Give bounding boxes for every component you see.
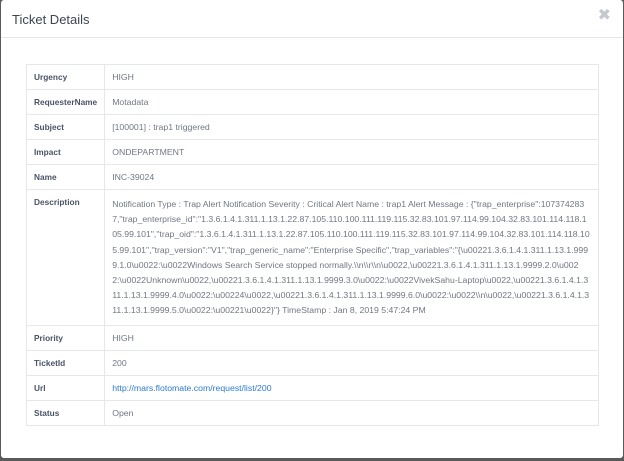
ticket-details-dialog: Ticket Details ✖ Urgency HIGH RequesterN… <box>1 0 623 458</box>
detail-row-impact: Impact ONDEPARTMENT <box>25 139 599 165</box>
detail-value: 200 <box>104 349 599 376</box>
dialog-header: Ticket Details ✖ <box>1 0 623 38</box>
detail-row-url: Url http://mars.flotomate.com/request/li… <box>25 374 599 401</box>
detail-value: http://mars.flotomate.com/request/list/2… <box>104 374 599 401</box>
close-icon[interactable]: ✖ <box>598 8 611 24</box>
detail-label: RequesterName <box>25 89 106 115</box>
detail-row-name: Name INC-39024 <box>25 164 599 190</box>
detail-row-description: Description Notification Type : Trap Ale… <box>25 189 599 326</box>
dialog-title: Ticket Details <box>12 12 90 27</box>
ticket-url-link[interactable]: http://mars.flotomate.com/request/list/2… <box>112 383 271 393</box>
detail-value: HIGH <box>104 324 599 351</box>
detail-label: Status <box>25 399 106 426</box>
detail-label: Name <box>25 164 106 190</box>
detail-row-status: Status Open <box>25 399 599 426</box>
detail-value: [100001] : trap1 triggered <box>104 114 599 140</box>
description-value: Notification Type : Trap Alert Notificat… <box>104 189 599 326</box>
detail-value: HIGH <box>104 64 599 90</box>
detail-label: Urgency <box>25 64 106 90</box>
detail-row-subject: Subject [100001] : trap1 triggered <box>25 114 599 140</box>
detail-value: INC-39024 <box>104 164 599 190</box>
detail-label: TicketId <box>25 349 106 376</box>
detail-row-requester-name: RequesterName Motadata <box>25 89 599 115</box>
ticket-details-table: Urgency HIGH RequesterName Motadata Subj… <box>25 64 599 426</box>
detail-label: Description <box>25 189 106 326</box>
detail-label: Url <box>25 374 106 401</box>
detail-row-ticket-id: TicketId 200 <box>25 349 599 376</box>
detail-value: Open <box>104 399 599 426</box>
detail-row-urgency: Urgency HIGH <box>25 64 599 90</box>
detail-label: Priority <box>25 324 106 351</box>
detail-value: Motadata <box>104 89 599 115</box>
detail-row-priority: Priority HIGH <box>25 324 599 351</box>
detail-label: Subject <box>25 114 106 140</box>
detail-value: ONDEPARTMENT <box>104 139 599 165</box>
detail-label: Impact <box>25 139 106 165</box>
